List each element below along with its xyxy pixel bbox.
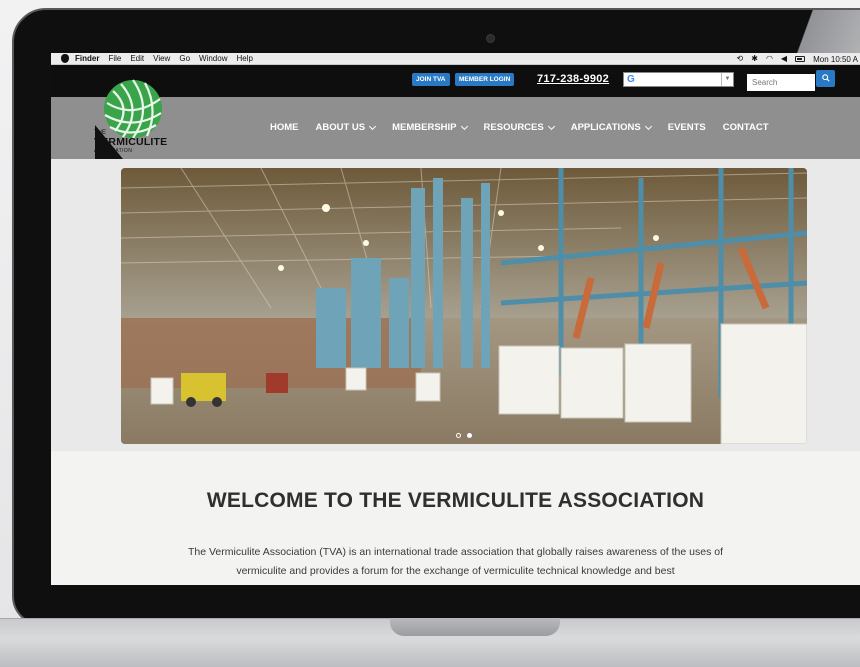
volume-icon[interactable]: ◀ bbox=[781, 53, 787, 65]
nav-applications[interactable]: APPLICATIONS bbox=[571, 122, 652, 133]
logo-wordmark[interactable]: THE VERMICULITE ASSOCIATION bbox=[94, 130, 167, 154]
laptop-screen: Finder File Edit View Go Window Help ⟲ ✱… bbox=[51, 53, 860, 585]
dropdown-caret-icon: ▼ bbox=[721, 73, 733, 86]
menubar-status-area: ⟲ ✱ ◠ ◀ Mon 10:50 A bbox=[737, 53, 858, 65]
menu-help[interactable]: Help bbox=[236, 54, 252, 63]
menubar-clock[interactable]: Mon 10:50 A bbox=[813, 55, 858, 64]
nav-about-us[interactable]: ABOUT US bbox=[316, 122, 377, 133]
nav-resources[interactable]: RESOURCES bbox=[484, 122, 555, 133]
nav-home[interactable]: HOME bbox=[270, 122, 299, 133]
google-icon: G bbox=[627, 74, 635, 85]
slider-dot-active[interactable] bbox=[467, 433, 472, 438]
wifi-icon[interactable]: ◠ bbox=[766, 53, 773, 65]
bluetooth-icon[interactable]: ✱ bbox=[751, 53, 758, 65]
factory-photo bbox=[121, 168, 807, 444]
chevron-down-icon bbox=[644, 122, 652, 130]
webcam bbox=[487, 35, 494, 42]
menu-view[interactable]: View bbox=[153, 54, 170, 63]
chevron-down-icon bbox=[369, 122, 377, 130]
welcome-body: The Vermiculite Association (TVA) is an … bbox=[188, 546, 723, 577]
macos-menubar: Finder File Edit View Go Window Help ⟲ ✱… bbox=[51, 53, 860, 65]
chevron-down-icon bbox=[460, 122, 468, 130]
laptop-scene: Finder File Edit View Go Window Help ⟲ ✱… bbox=[0, 0, 860, 667]
search-input[interactable] bbox=[747, 74, 815, 91]
apple-icon[interactable] bbox=[61, 54, 69, 63]
battery-icon[interactable] bbox=[795, 56, 806, 62]
welcome-title: WELCOME TO THE VERMICULITE ASSOCIATION bbox=[206, 489, 705, 512]
join-tva-button[interactable]: JOIN TVA bbox=[412, 73, 450, 86]
chevron-down-icon bbox=[547, 122, 555, 130]
logo-association: ASSOCIATION bbox=[94, 148, 133, 154]
nav-contact[interactable]: CONTACT bbox=[723, 122, 769, 133]
slider-dot[interactable] bbox=[456, 433, 461, 438]
menu-app-name[interactable]: Finder bbox=[75, 54, 99, 63]
menu-window[interactable]: Window bbox=[199, 54, 227, 63]
nav-membership[interactable]: MEMBERSHIP bbox=[392, 122, 468, 133]
menu-edit[interactable]: Edit bbox=[130, 54, 144, 63]
time-machine-icon[interactable]: ⟲ bbox=[737, 53, 744, 65]
laptop-notch bbox=[390, 618, 560, 636]
welcome-section: WELCOME TO THE VERMICULITE ASSOCIATION T… bbox=[51, 451, 860, 585]
phone-link[interactable]: 717-238-9902 bbox=[537, 73, 609, 85]
search-icon bbox=[821, 74, 830, 82]
slider-dots bbox=[121, 433, 807, 438]
google-translate-select[interactable]: G ▼ bbox=[623, 72, 734, 87]
member-login-button[interactable]: MEMBER LOGIN bbox=[455, 73, 515, 86]
site-navbar: THE VERMICULITE ASSOCIATION HOME ABOUT U… bbox=[51, 79, 860, 159]
search-button[interactable] bbox=[816, 70, 835, 87]
main-nav: HOME ABOUT US MEMBERSHIP RESOURCES APPLI… bbox=[270, 122, 769, 133]
logo-name: VERMICULITE bbox=[94, 136, 168, 148]
bezel-reflection bbox=[780, 10, 860, 58]
menu-go[interactable]: Go bbox=[179, 54, 190, 63]
menu-file[interactable]: File bbox=[108, 54, 121, 63]
hero-slider[interactable] bbox=[121, 168, 807, 444]
nav-events[interactable]: EVENTS bbox=[668, 122, 706, 133]
